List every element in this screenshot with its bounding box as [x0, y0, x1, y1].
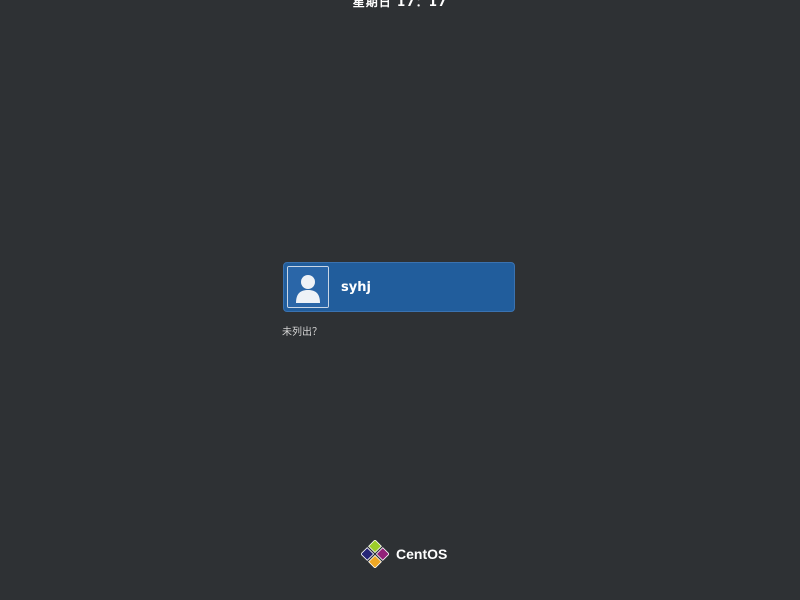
- user-list-item[interactable]: syhj: [283, 262, 515, 312]
- login-screen: 星期日 17：17 syhj 未列出？ CentOS: [0, 0, 800, 600]
- not-listed-link[interactable]: 未列出？: [282, 323, 322, 338]
- user-name-label: syhj: [341, 279, 371, 295]
- brand-footer: CentOS: [361, 540, 447, 568]
- user-avatar-icon: [287, 266, 329, 308]
- topbar-clock[interactable]: 星期日 17：17: [0, 0, 800, 10]
- brand-name: CentOS: [396, 546, 448, 562]
- centos-logo-icon: [361, 540, 389, 568]
